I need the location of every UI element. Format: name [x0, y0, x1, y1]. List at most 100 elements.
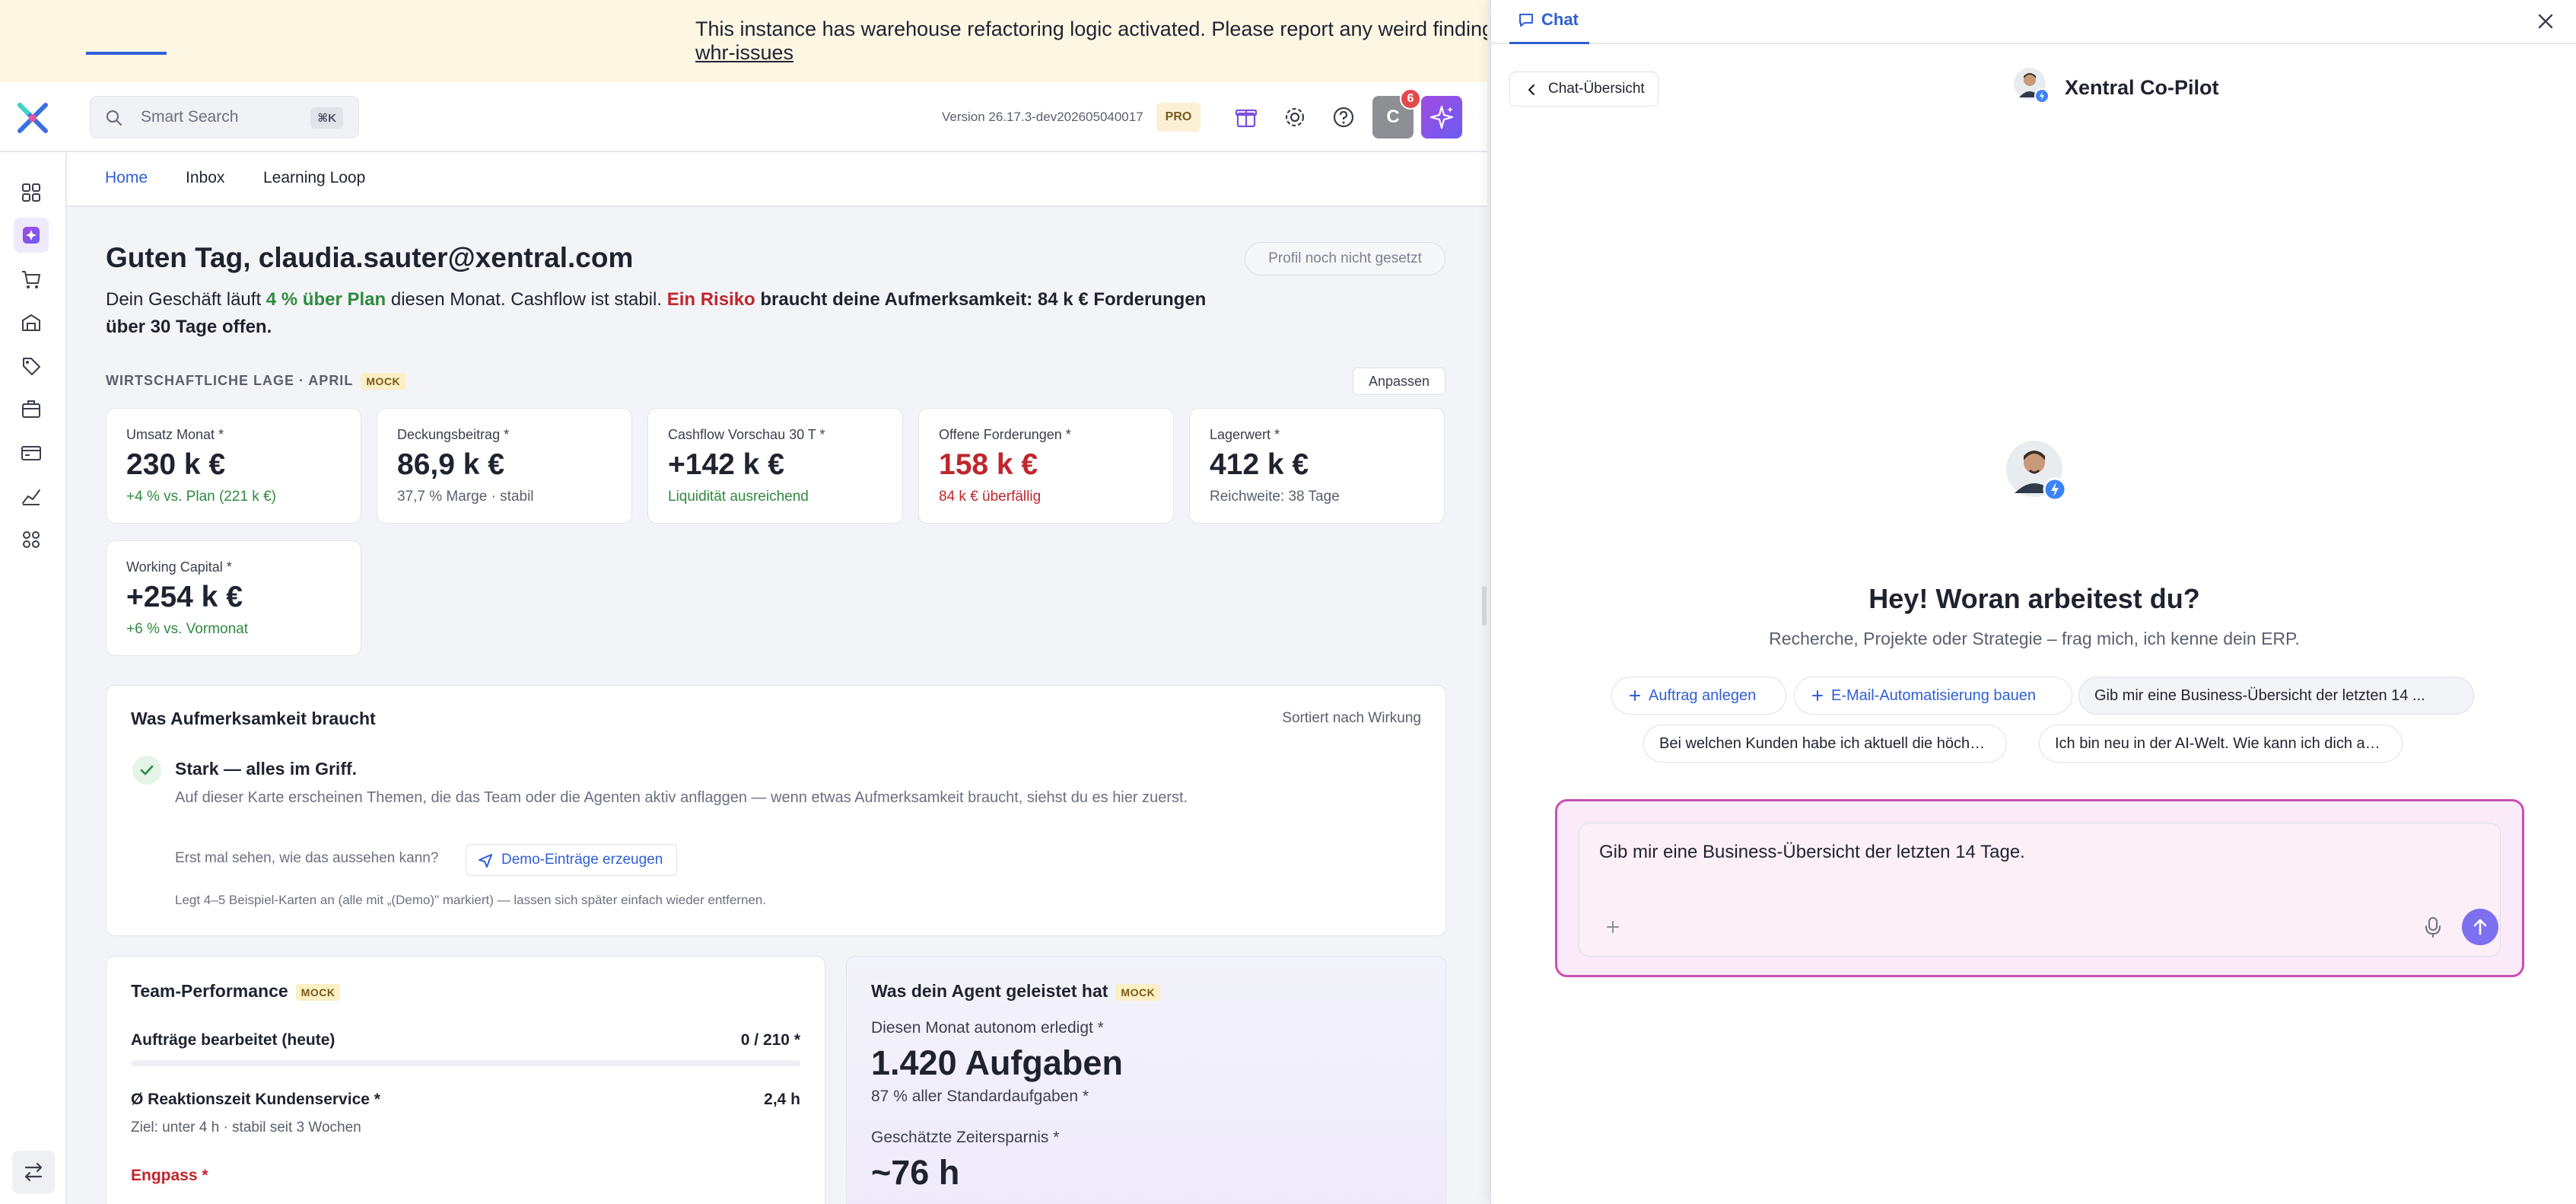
copilot-glyph-icon: [23, 227, 40, 244]
payments-icon[interactable]: [19, 441, 43, 465]
copilot-icon[interactable]: [14, 218, 49, 253]
chat-tab-label: Chat: [1541, 10, 1579, 29]
gift-icon[interactable]: [1231, 102, 1261, 132]
notification-badge: 6: [1400, 88, 1421, 110]
kpi-label: Lagerwert *: [1210, 427, 1280, 442]
chat-hero-title: Hey! Woran arbeitest du?: [1868, 583, 2200, 614]
attention-title: Was Aufmerksamkeit braucht: [131, 709, 376, 728]
orders-progress-bar: [131, 1060, 800, 1066]
kpi-label: Working Capital *: [126, 559, 232, 575]
response-time-sub: Ziel: unter 4 h · stabil seit 3 Wochen: [131, 1120, 361, 1136]
mock-badge: MOCK: [361, 373, 406, 390]
warehouse-icon[interactable]: [19, 311, 43, 335]
kpi-sub: 84 k € überfällig: [939, 489, 1042, 505]
help-icon[interactable]: [1328, 102, 1359, 132]
add-attachment-icon[interactable]: [1598, 912, 1628, 942]
tab-inbox[interactable]: Inbox: [186, 169, 224, 187]
dashboard-icon[interactable]: [19, 180, 43, 205]
plus-icon: [1812, 690, 1823, 701]
banner-link[interactable]: whr-issues: [695, 41, 793, 65]
agent-title: Was dein Agent geleistet hat MOCK: [871, 981, 1161, 1002]
agent-tasks-label: Diesen Monat autonom erledigt *: [871, 1019, 1104, 1037]
kpi-value: 412 k €: [1210, 448, 1309, 481]
kpi-card-receivables[interactable]: Offene Forderungen * 158 k € 84 k € über…: [918, 408, 1174, 524]
switch-view-button[interactable]: [12, 1151, 55, 1193]
suggestion-chip-email-automation[interactable]: E-Mail-Automatisierung bauen: [1794, 677, 2072, 715]
page-tabs: Home Inbox Learning Loop: [67, 152, 1487, 207]
bottleneck-label: Engpass *: [131, 1167, 208, 1184]
close-icon[interactable]: [2533, 9, 2558, 33]
suggestion-chip-business-overview[interactable]: Gib mir eine Business-Übersicht der letz…: [2078, 677, 2474, 715]
tab-learning-loop[interactable]: Learning Loop: [263, 169, 365, 187]
box-icon[interactable]: [19, 397, 43, 422]
chip-label: Auftrag anlegen: [1649, 687, 1757, 704]
analytics-icon[interactable]: [19, 484, 43, 508]
kpi-card-cashflow[interactable]: Cashflow Vorschau 30 T * +142 k € Liquid…: [647, 408, 903, 524]
page-title: Guten Tag, claudia.sauter@xentral.com: [106, 242, 634, 273]
microphone-icon[interactable]: [2419, 913, 2447, 941]
summary-risk-highlight[interactable]: Ein Risiko: [667, 289, 755, 310]
demo-hint: Legt 4–5 Beispiel-Karten an (alle mit „(…: [175, 893, 767, 907]
info-banner: This instance has warehouse refactoring …: [0, 0, 1487, 82]
chat-tab-bar: Chat: [1491, 0, 2576, 44]
copilot-button[interactable]: [1421, 96, 1462, 139]
profile-status-pill[interactable]: Profil noch nicht gesetzt: [1245, 242, 1445, 276]
gear-icon[interactable]: [1280, 102, 1310, 132]
search-shortcut: ⌘K: [310, 107, 343, 129]
team-title-text: Team-Performance: [131, 981, 288, 1001]
kpi-sub: +4 % vs. Plan (221 k €): [126, 489, 276, 505]
send-icon: [479, 854, 492, 868]
chip-label: E-Mail-Automatisierung bauen: [1831, 687, 2037, 704]
suggestion-chip-ai-intro[interactable]: Ich bin neu in der AI-Welt. Wie kann ich…: [2039, 725, 2403, 763]
tab-home[interactable]: Home: [105, 169, 148, 187]
agent-tasks-value: 1.420 Aufgaben: [871, 1043, 1123, 1082]
kpi-label: Cashflow Vorschau 30 T *: [668, 427, 825, 442]
chat-composer-input[interactable]: Gib mir eine Business-Übersicht der letz…: [1579, 823, 2501, 957]
sort-selector[interactable]: Sortiert nach Wirkung: [1282, 710, 1421, 727]
banner-text: This instance has warehouse refactoring …: [695, 18, 1487, 40]
kpi-value: 86,9 k €: [397, 448, 504, 481]
suggestion-chip-top-customers[interactable]: Bei welchen Kunden habe ich aktuell die …: [1643, 725, 2007, 763]
chat-hero-subtitle: Recherche, Projekte oder Strategie – fra…: [1769, 629, 2300, 648]
customize-button[interactable]: Anpassen: [1353, 368, 1445, 395]
agent-tasks-share: 87 % aller Standardaufgaben *: [871, 1088, 1089, 1105]
tag-icon[interactable]: [19, 354, 43, 378]
demo-question: Erst mal sehen, wie das aussehen kann?: [175, 850, 439, 866]
xentral-logo[interactable]: [14, 99, 52, 137]
agent-time-label: Geschätzte Zeitersparnis *: [871, 1129, 1060, 1146]
version-label: Version 26.17.3-dev202605040017: [942, 110, 1143, 124]
suggestion-chip-create-order[interactable]: Auftrag anlegen: [1611, 677, 1786, 715]
create-demo-entries-button[interactable]: Demo-Einträge erzeugen: [466, 844, 677, 876]
business-summary: Dein Geschäft läuft 4 % über Plan diesen…: [106, 286, 1247, 341]
chat-overview-button[interactable]: Chat-Übersicht: [1509, 72, 1658, 107]
copilot-avatar: [2014, 68, 2050, 104]
copilot-title: Xentral Co-Pilot: [2065, 76, 2219, 99]
team-performance-card: Team-Performance MOCK Aufträge bearbeitet…: [106, 956, 825, 1204]
agent-time-value: ~76 h: [871, 1153, 960, 1192]
kpi-card-working-capital[interactable]: Working Capital * +254 k € +6 % vs. Vorm…: [106, 540, 361, 656]
panel-resize-handle[interactable]: [1482, 586, 1487, 626]
copilot-avatar-large: [2006, 441, 2067, 502]
response-time-value: 2,4 h: [764, 1091, 800, 1108]
orders-label: Aufträge bearbeitet (heute): [131, 1031, 336, 1049]
copilot-chat-panel: Chat Chat-Übersicht Xentral Co-Pilot Hey…: [1490, 0, 2576, 1204]
kpi-label: Offene Forderungen *: [939, 427, 1071, 442]
demo-button-label: Demo-Einträge erzeugen: [501, 852, 663, 868]
attention-status-desc: Auf dieser Karte erscheinen Themen, die …: [175, 789, 1188, 806]
kpi-sub: Reichweite: 38 Tage: [1210, 489, 1340, 505]
sparkle-icon: [1430, 105, 1454, 129]
kpi-card-inventory[interactable]: Lagerwert * 412 k € Reichweite: 38 Tage: [1189, 408, 1445, 524]
tab-chat[interactable]: Chat: [1509, 0, 1589, 44]
attention-status-title: Stark — alles im Griff.: [175, 759, 358, 779]
summary-plan-highlight: 4 % über Plan: [266, 289, 386, 310]
smart-search-input[interactable]: Smart Search ⌘K: [90, 96, 359, 139]
kpi-label: Deckungsbeitrag *: [397, 427, 510, 442]
composer-text: Gib mir eine Business-Übersicht der letz…: [1599, 842, 2025, 862]
kpi-card-contribution[interactable]: Deckungsbeitrag * 86,9 k € 37,7 % Marge …: [377, 408, 632, 524]
kpi-card-revenue[interactable]: Umsatz Monat * 230 k € +4 % vs. Plan (22…: [106, 408, 361, 524]
send-message-button[interactable]: [2462, 909, 2498, 945]
cart-icon[interactable]: [19, 267, 43, 291]
apps-icon[interactable]: [19, 527, 43, 552]
app-area: This instance has warehouse refactoring …: [0, 0, 1487, 1204]
search-icon: [106, 110, 122, 126]
